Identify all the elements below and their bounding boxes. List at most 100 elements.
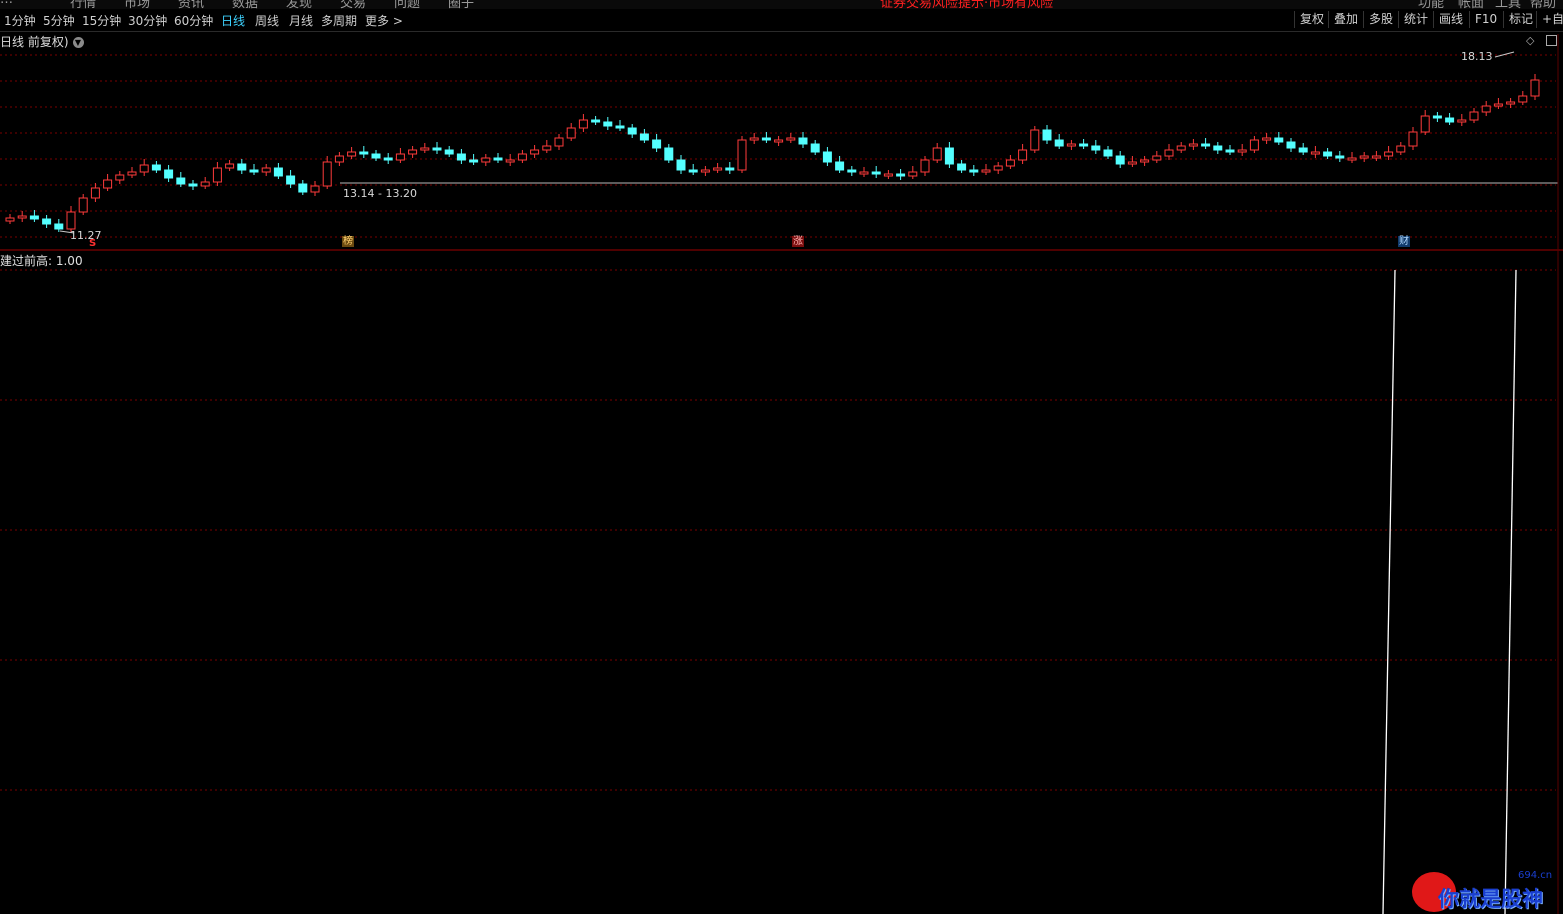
candle-body xyxy=(1079,143,1089,147)
candle-body xyxy=(1432,115,1442,119)
candle-body xyxy=(1054,139,1064,147)
candle-body xyxy=(1530,79,1540,97)
candle-body xyxy=(591,119,601,123)
candle-body xyxy=(1127,161,1137,165)
candle-body xyxy=(627,127,637,135)
candle-body xyxy=(1115,155,1125,165)
candle-body xyxy=(871,171,881,175)
candle-body xyxy=(1371,155,1381,159)
candle-body xyxy=(54,223,64,230)
candle-body xyxy=(822,151,832,163)
candle-body xyxy=(359,151,369,155)
marker-cai[interactable]: 财 xyxy=(1398,236,1410,247)
candle-body xyxy=(737,139,747,171)
candle-body xyxy=(1237,149,1247,153)
candle-body xyxy=(517,153,527,161)
candle-body xyxy=(554,137,564,147)
candle-body xyxy=(115,174,125,181)
candle-body xyxy=(566,127,576,139)
candle-body xyxy=(1493,103,1503,107)
candle-body xyxy=(1249,139,1259,151)
candle-body xyxy=(969,169,979,173)
chart-canvas[interactable] xyxy=(0,0,1563,914)
candle-body xyxy=(90,187,100,199)
candle-body xyxy=(469,159,479,163)
candle-body xyxy=(957,163,967,171)
high-price-label: 18.13 xyxy=(1461,50,1493,63)
candle-body xyxy=(200,181,210,187)
candle-body xyxy=(578,119,588,129)
candle-body xyxy=(676,159,686,171)
candle-body xyxy=(127,171,137,176)
candle-body xyxy=(78,197,88,213)
candle-body xyxy=(310,185,320,193)
candle-body xyxy=(420,147,430,151)
candle-body xyxy=(749,137,759,141)
candle-body xyxy=(371,153,381,159)
candle-body xyxy=(1445,117,1455,123)
candle-body xyxy=(603,121,613,127)
candle-body xyxy=(42,218,52,225)
candle-body xyxy=(1225,149,1235,153)
candle-body xyxy=(1042,129,1052,141)
indicator-label: 建过前高: 1.00 xyxy=(0,254,83,268)
candle-body xyxy=(981,169,991,173)
candle-body xyxy=(1213,145,1223,151)
candle-body xyxy=(225,163,235,169)
candle-body xyxy=(944,147,954,165)
candle-body xyxy=(664,147,674,161)
candle-body xyxy=(725,167,735,171)
candle-body xyxy=(273,167,283,177)
candle-body xyxy=(298,183,308,193)
marker-s[interactable]: S xyxy=(88,238,97,249)
candle-body xyxy=(542,145,552,151)
candle-body xyxy=(1091,145,1101,151)
candle-body xyxy=(774,139,784,143)
candle-body xyxy=(1262,137,1272,141)
candle-body xyxy=(1286,141,1296,149)
candle-body xyxy=(1384,151,1394,157)
candle-body xyxy=(1335,155,1345,159)
marker-zhang[interactable]: 涨 xyxy=(792,236,804,247)
candle-body xyxy=(1152,155,1162,161)
candle-body xyxy=(1176,145,1186,151)
watermark-url: 694.cn xyxy=(1518,870,1553,881)
range-label: 13.14 - 13.20 xyxy=(343,187,417,200)
candle-body xyxy=(859,171,869,175)
candle-body xyxy=(883,173,893,177)
indicator-line-1 xyxy=(1382,269,1396,914)
candle-body xyxy=(261,167,271,173)
candle-body xyxy=(408,149,418,155)
candle-body xyxy=(456,153,466,161)
candle-body xyxy=(1310,151,1320,155)
candle-body xyxy=(639,133,649,141)
candle-body xyxy=(1140,159,1150,163)
candle-body xyxy=(29,215,39,220)
watermark-text: 你就是股神 xyxy=(1438,887,1543,911)
candle-body xyxy=(1506,101,1516,105)
candle-body xyxy=(164,169,174,179)
candle-body xyxy=(688,169,698,173)
candle-body xyxy=(920,159,930,173)
candle-body xyxy=(432,147,442,151)
candle-body xyxy=(896,173,906,177)
candle-body xyxy=(652,139,662,149)
candle-body xyxy=(237,163,247,171)
candle-body xyxy=(1274,137,1284,143)
candle-body xyxy=(1005,159,1015,167)
candle-body xyxy=(1481,105,1491,113)
candle-body xyxy=(847,169,857,173)
candle-body xyxy=(1298,147,1308,153)
candle-body xyxy=(212,167,222,183)
candle-body xyxy=(493,157,503,161)
candle-body xyxy=(103,179,113,189)
candle-body xyxy=(761,137,771,141)
marker-bang[interactable]: 榜 xyxy=(342,236,354,247)
watermark-logo: 你就是股神 694.cn xyxy=(1412,868,1562,914)
candle-body xyxy=(249,169,259,173)
candle-body xyxy=(713,167,723,171)
candle-body xyxy=(322,161,332,187)
candle-body xyxy=(700,169,710,173)
candle-body xyxy=(286,175,296,185)
candle-body xyxy=(383,157,393,161)
